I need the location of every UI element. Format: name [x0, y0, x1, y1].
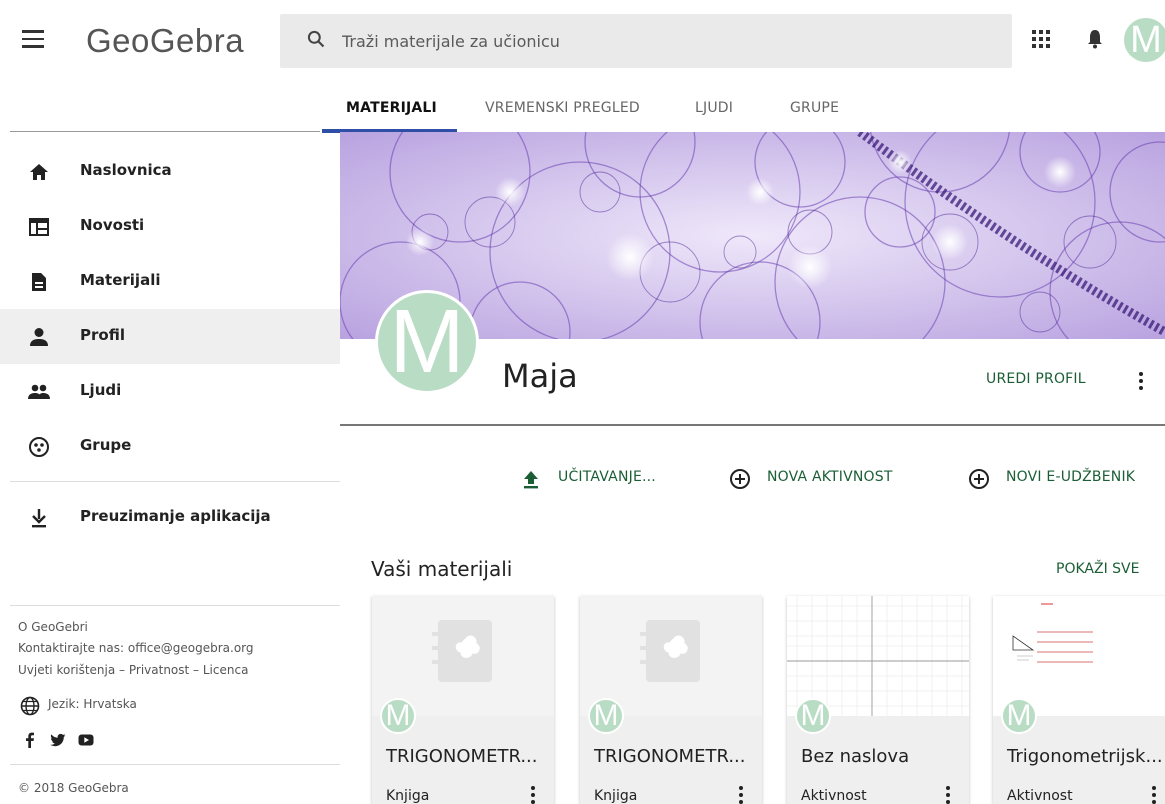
card-type: Knjiga — [594, 788, 638, 804]
youtube-icon[interactable] — [78, 732, 94, 748]
card-more-icon[interactable] — [946, 786, 950, 804]
card-author-avatar: M — [588, 698, 624, 734]
sidebar-item-naslovnica[interactable]: Naslovnica — [0, 144, 340, 199]
add-circle-icon — [969, 469, 989, 489]
geogebra-logo[interactable]: GeoGebra — [86, 22, 244, 60]
sidebar-item-label: Profil — [80, 326, 125, 344]
globe-icon[interactable] — [20, 696, 40, 716]
profile-more-icon[interactable] — [1139, 372, 1143, 393]
card-type: Aktivnost — [1007, 788, 1073, 804]
upload-icon — [524, 471, 538, 489]
tab-vremenski-pregled[interactable]: VREMENSKI PREGLED — [485, 92, 640, 132]
sidebar-item-ljudi[interactable]: Ljudi — [0, 364, 340, 419]
avatar-letter: M — [593, 699, 619, 732]
upload-label: UČITAVANJE... — [558, 469, 656, 485]
footer-divider — [10, 764, 340, 765]
document-icon — [32, 273, 46, 291]
card-title: TRIGONOMETR... — [594, 746, 746, 767]
avatar-letter: M — [1130, 19, 1162, 61]
search-bar[interactable] — [280, 14, 1012, 68]
sidebar-divider — [10, 481, 340, 482]
menu-icon[interactable] — [22, 30, 44, 48]
edit-profile-button[interactable]: UREDI PROFIL — [986, 371, 1086, 387]
tab-materijali[interactable]: MATERIJALI — [346, 92, 437, 132]
search-icon[interactable] — [306, 29, 326, 49]
sidebar-item-label: Grupe — [80, 436, 132, 454]
license-link[interactable]: Licenca — [203, 663, 249, 677]
about-link[interactable]: O GeoGebri — [18, 620, 88, 634]
footer-about-link[interactable]: O GeoGebri — [18, 620, 88, 634]
search-input[interactable] — [342, 14, 992, 68]
sidebar-item-novosti[interactable]: Novosti — [0, 199, 340, 254]
new-ebook-label: NOVI E-UDŽBENIK — [1006, 469, 1136, 485]
apps-grid-icon[interactable] — [1032, 30, 1050, 48]
language-selector[interactable]: Jezik: Hrvatska — [48, 697, 137, 711]
user-avatar[interactable]: M — [1124, 18, 1165, 62]
card-more-icon[interactable] — [1152, 786, 1156, 804]
card-title: Trigonometrijsk... — [1007, 746, 1163, 767]
copyright-text: © 2018 GeoGebra — [18, 781, 129, 795]
sidebar-item-materijali[interactable]: Materijali — [0, 254, 340, 309]
card-author-avatar: M — [1001, 698, 1037, 734]
avatar-letter: M — [385, 699, 411, 732]
people-icon — [28, 384, 50, 399]
card-type: Knjiga — [386, 788, 430, 804]
privacy-link[interactable]: Privatnost — [129, 663, 189, 677]
home-icon — [30, 164, 48, 180]
sidebar-item-label: Novosti — [80, 216, 145, 234]
card-author-avatar: M — [795, 698, 831, 734]
material-card[interactable]: M Trigonometrijsk... Aktivnost — [993, 596, 1165, 804]
card-author-avatar: M — [380, 698, 416, 734]
footer-legal-links: Uvjeti korištenja – Privatnost – Licenca — [18, 663, 249, 677]
card-title: Bez naslova — [801, 746, 910, 767]
twitter-icon[interactable] — [50, 732, 66, 748]
news-icon — [29, 218, 49, 236]
new-activity-label: NOVA AKTIVNOST — [767, 469, 893, 485]
sidebar-item-grupe[interactable]: Grupe — [0, 419, 340, 474]
card-more-icon[interactable] — [739, 786, 743, 804]
avatar-letter: M — [1006, 699, 1032, 732]
avatar-letter: M — [389, 292, 465, 392]
tab-grupe[interactable]: GRUPE — [790, 92, 839, 132]
sidebar-item-profil[interactable]: Profil — [0, 309, 340, 364]
material-card[interactable]: M Bez naslova Aktivnost — [787, 596, 969, 804]
profile-avatar: M — [375, 290, 479, 394]
materials-section-title: Vaši materijali — [371, 557, 513, 581]
download-icon — [32, 509, 46, 528]
tab-ljudi[interactable]: LJUDI — [695, 92, 733, 132]
card-type: Aktivnost — [801, 788, 867, 804]
material-card[interactable]: M TRIGONOMETR... Knjiga — [580, 596, 762, 804]
groups-icon — [29, 437, 49, 457]
terms-link[interactable]: Uvjeti korištenja — [18, 663, 115, 677]
avatar-letter: M — [800, 699, 826, 732]
card-title: TRIGONOMETR... — [386, 746, 538, 767]
add-circle-icon — [730, 469, 750, 489]
person-icon — [30, 328, 48, 346]
sidebar-divider — [10, 605, 340, 606]
contact-link[interactable]: Kontaktirajte nas: office@geogebra.org — [18, 641, 254, 655]
sidebar-item-label: Preuzimanje aplikacija — [80, 507, 271, 525]
sidebar-item-label: Materijali — [80, 271, 161, 289]
profile-name: Maja — [502, 357, 578, 395]
notifications-bell-icon[interactable] — [1086, 28, 1104, 50]
sidebar-item-label: Naslovnica — [80, 161, 172, 179]
show-all-button[interactable]: POKAŽI SVE — [1056, 561, 1139, 577]
facebook-icon[interactable] — [22, 732, 38, 748]
sidebar-item-label: Ljudi — [80, 381, 122, 399]
sidebar-item-download-apps[interactable]: Preuzimanje aplikacija — [0, 490, 340, 545]
top-bar: GeoGebra M — [0, 0, 1165, 92]
material-card[interactable]: M TRIGONOMETR... Knjiga — [372, 596, 554, 804]
footer-contact[interactable]: Kontaktirajte nas: office@geogebra.org — [18, 641, 254, 655]
logo-text: GeoGebra — [86, 22, 245, 59]
card-more-icon[interactable] — [531, 786, 535, 804]
